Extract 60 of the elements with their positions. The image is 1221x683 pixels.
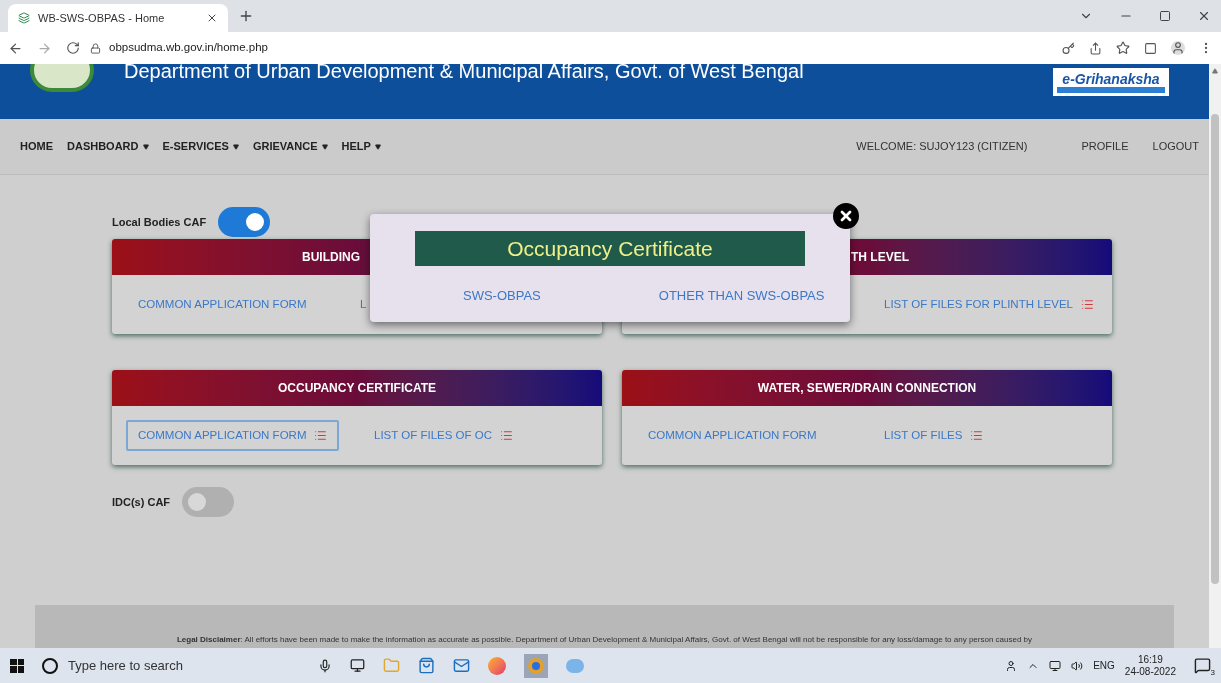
e-grihanaksha-logo: e-Grihanaksha [1053, 68, 1169, 96]
windows-start-icon[interactable] [10, 658, 24, 673]
welcome-text: WELCOME: SUJOY123 (CITIZEN) [856, 139, 1028, 155]
back-icon[interactable] [8, 40, 23, 56]
list-icon [500, 429, 513, 442]
task-view-icon[interactable] [350, 658, 365, 673]
reload-icon[interactable] [66, 41, 80, 55]
section-label: IDC(s) CAF [112, 494, 171, 510]
nav-menu-item[interactable]: HOME [20, 138, 53, 155]
share-icon[interactable] [1089, 41, 1102, 55]
key-icon[interactable] [1062, 41, 1075, 55]
nav-menu-item[interactable]: GRIEVANCE [252, 138, 328, 155]
legal-disclaimer: Legal Disclaimer: All efforts have been made to make the information as accurate as possible. Department of Urban Development & Municipal Affairs, Govt. of West Bengal will not be responsible for any loss/damage to any person caused by [176, 634, 1033, 646]
new-tab-icon[interactable] [238, 8, 254, 24]
clock[interactable]: 16:19 24-08-2022 [1124, 653, 1176, 678]
profile-icon[interactable] [1171, 41, 1185, 55]
store-icon[interactable] [418, 657, 435, 674]
taskbar-search-field[interactable]: Type here to search [42, 655, 332, 676]
site-favicon-icon [18, 12, 30, 24]
people-icon[interactable] [1005, 659, 1018, 672]
nav-menu-item[interactable]: E-SERVICES [162, 138, 239, 155]
section-label: Local Bodies CAF [112, 214, 207, 230]
language-indicator[interactable]: ENG [1093, 658, 1115, 673]
card-title: BUILDING [302, 249, 360, 266]
nav-link[interactable]: LOGOUT [1152, 138, 1199, 155]
notifications-icon[interactable] [1194, 657, 1211, 674]
notification-count: 3 [1210, 668, 1215, 677]
dropdown-caret-icon [142, 143, 149, 150]
nav-link[interactable]: PROFILE [1081, 138, 1129, 155]
card-title: OCCUPANCY CERTIFICATE [278, 380, 436, 397]
modal-option-link[interactable]: SWS-OBPAS [463, 286, 541, 306]
card-title: TH LEVEL [851, 249, 909, 266]
toggle-switch[interactable] [182, 487, 235, 517]
toggle-switch[interactable] [218, 207, 271, 237]
browser-fox-icon[interactable] [488, 656, 506, 675]
card-title: WATER, SEWER/DRAIN CONNECTION [757, 380, 977, 397]
dropdown-caret-icon [374, 143, 381, 150]
mail-icon[interactable] [453, 657, 470, 674]
network-icon[interactable] [1049, 659, 1062, 672]
modal-title: Occupancy Certificate [415, 231, 805, 266]
list-icon [970, 429, 984, 442]
modal-option-link[interactable]: OTHER THAN SWS-OBPAS [658, 286, 825, 306]
list-icon [1080, 298, 1094, 311]
scroll-up-icon[interactable] [1212, 68, 1218, 74]
close-window-icon[interactable] [1197, 9, 1211, 23]
browser-tab[interactable]: WB-SWS-OBPAS - Home [8, 4, 228, 32]
bookmark-star-icon[interactable] [1116, 41, 1130, 55]
list-icon [314, 429, 328, 442]
close-tab-icon[interactable] [206, 12, 218, 24]
side-panel-icon[interactable] [1144, 41, 1157, 55]
tab-title: WB-SWS-OBPAS - Home [38, 10, 166, 26]
nav-menu-item[interactable]: HELP [341, 138, 381, 155]
dropdown-caret-icon [321, 143, 328, 150]
restore-icon[interactable] [1159, 10, 1171, 22]
microphone-icon[interactable] [318, 658, 332, 673]
lock-icon [90, 42, 101, 54]
dropdown-caret-icon [232, 143, 239, 150]
close-icon[interactable] [833, 203, 859, 229]
nav-menu-item[interactable]: DASHBOARD [67, 138, 149, 155]
site-title: Department of Urban Development & Municipal Affairs, Govt. of West Bengal [124, 64, 804, 82]
